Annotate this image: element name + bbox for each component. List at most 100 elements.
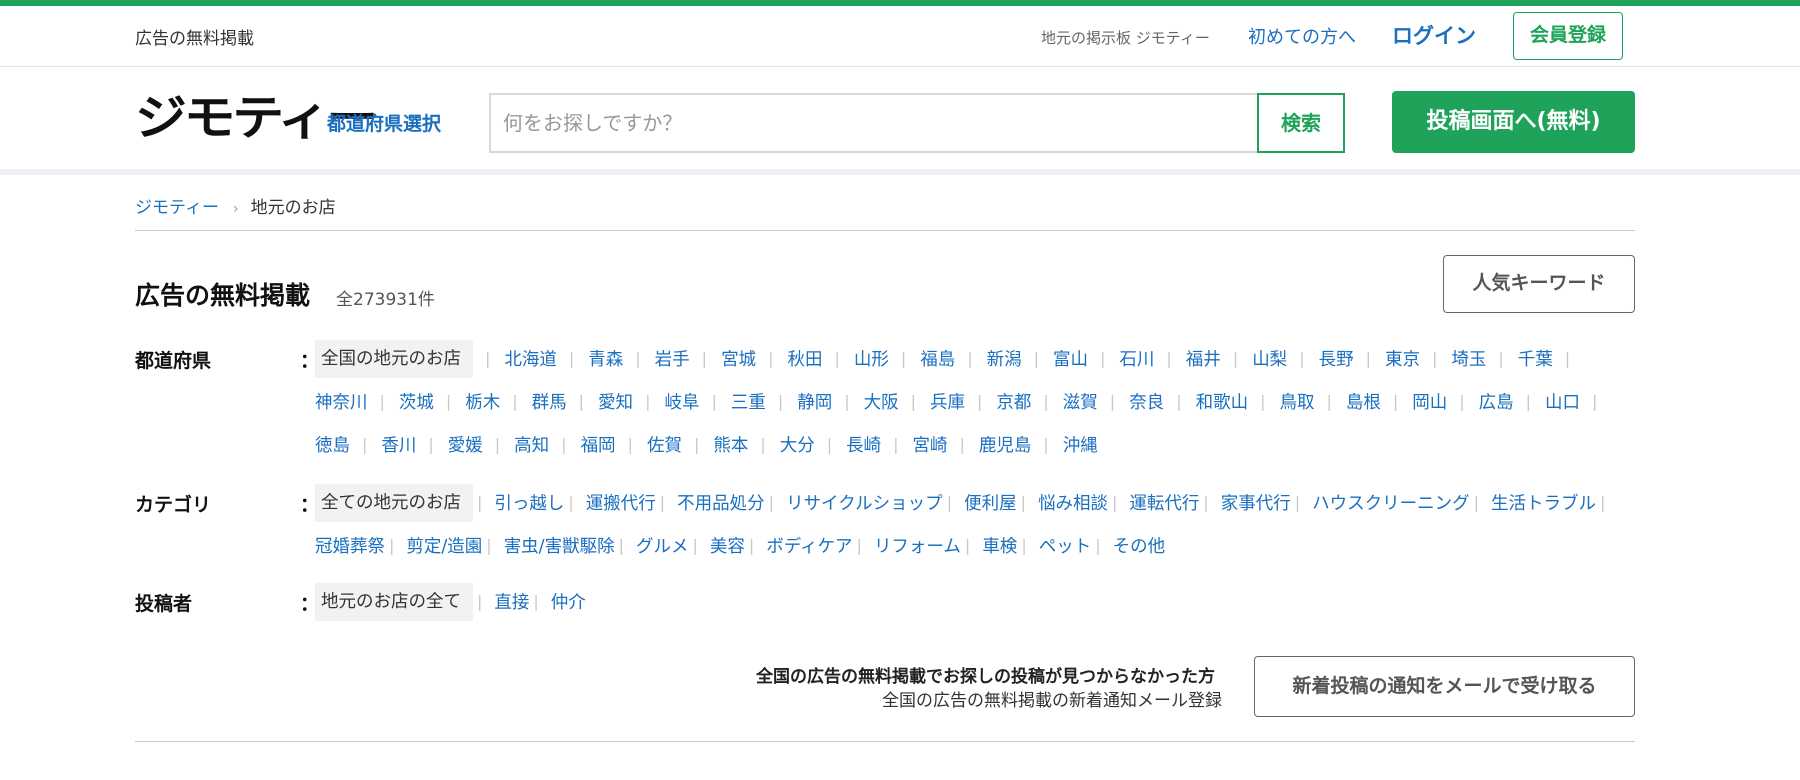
filter-link[interactable]: 大阪: [864, 389, 899, 414]
register-button[interactable]: 会員登録: [1513, 12, 1623, 60]
separator: |: [959, 435, 965, 454]
filter-item: 佐賀 |: [647, 423, 713, 466]
filter-link[interactable]: 秋田: [787, 346, 822, 371]
breadcrumb-home[interactable]: ジモティー: [135, 198, 219, 218]
filter-item: 岡山 |: [1412, 380, 1478, 423]
filter-link[interactable]: 東京: [1385, 346, 1420, 371]
filter-link[interactable]: 美容: [710, 533, 745, 558]
separator: |: [1100, 349, 1106, 368]
filter-link[interactable]: 車検: [982, 533, 1017, 558]
free-ad-link[interactable]: 広告の無料掲載: [135, 24, 254, 49]
filter-link[interactable]: 生活トラブル: [1491, 490, 1596, 515]
separator: |: [1326, 392, 1332, 411]
filter-selected-label: 全ての地元のお店: [315, 483, 473, 522]
post-button[interactable]: 投稿画面へ(無料): [1392, 91, 1635, 153]
filter-link[interactable]: 運転代行: [1129, 490, 1199, 515]
search-input[interactable]: 何をお探しですか？: [489, 93, 1259, 153]
filter-link[interactable]: 愛知: [598, 389, 633, 414]
filter-link[interactable]: 神奈川: [315, 389, 368, 414]
filter-link[interactable]: 新潟: [987, 346, 1022, 371]
separator: |: [692, 536, 698, 555]
first-time-link[interactable]: 初めての方へ: [1248, 23, 1356, 49]
filter-link[interactable]: 京都: [996, 389, 1031, 414]
filter-link[interactable]: 茨城: [399, 389, 434, 414]
filter-link[interactable]: 大分: [780, 432, 815, 457]
filter-link[interactable]: 福井: [1186, 346, 1221, 371]
filter-link[interactable]: リフォーム: [874, 533, 961, 558]
filter-link[interactable]: 青森: [588, 346, 623, 371]
filter-link[interactable]: 高知: [514, 432, 549, 457]
filter-link[interactable]: 群馬: [532, 389, 567, 414]
filter-link[interactable]: 福岡: [581, 432, 616, 457]
filter-link[interactable]: 埼玉: [1451, 346, 1486, 371]
filter-link[interactable]: 岐阜: [664, 389, 699, 414]
filter-item: 茨城 |: [399, 380, 465, 423]
filter-item-selected: 全国の地元のお店 |: [315, 337, 504, 380]
filter-selected-label: 地元のお店の全て: [315, 582, 473, 621]
filter-item: 福島 |: [920, 337, 986, 380]
filter-link[interactable]: 富山: [1053, 346, 1088, 371]
filter-item: 家事代行 |: [1221, 481, 1312, 524]
filter-item: 鳥取 |: [1279, 380, 1345, 423]
filter-link[interactable]: 長崎: [846, 432, 881, 457]
filter-link[interactable]: 家事代行: [1221, 490, 1291, 515]
filter-link[interactable]: 長野: [1319, 346, 1354, 371]
filter-link[interactable]: 鹿児島: [979, 432, 1032, 457]
filter-link[interactable]: 奈良: [1129, 389, 1164, 414]
filter-link[interactable]: 引っ越し: [494, 490, 564, 515]
filter-link[interactable]: 福島: [920, 346, 955, 371]
filter-link[interactable]: 剪定/造園: [406, 533, 482, 558]
filter-link[interactable]: 栃木: [465, 389, 500, 414]
filter-link[interactable]: 宮崎: [913, 432, 948, 457]
filter-link[interactable]: 徳島: [315, 432, 350, 457]
filter-item: 宮崎 |: [913, 423, 979, 466]
filter-item: 愛知 |: [598, 380, 664, 423]
filter-link[interactable]: 島根: [1346, 389, 1381, 414]
filter-link[interactable]: 熊本: [713, 432, 748, 457]
filter-link[interactable]: 広島: [1479, 389, 1514, 414]
filter-link[interactable]: 山形: [854, 346, 889, 371]
filter-link[interactable]: ハウスクリーニング: [1312, 490, 1470, 515]
filter-link[interactable]: 便利屋: [964, 490, 1017, 515]
filter-link[interactable]: 直接: [494, 589, 529, 614]
search-button[interactable]: 検索: [1257, 93, 1345, 153]
email-notify-button[interactable]: 新着投稿の通知をメールで受け取る: [1254, 656, 1635, 717]
filter-link[interactable]: 三重: [731, 389, 766, 414]
prefecture-select-link[interactable]: 都道府県選択: [327, 109, 441, 136]
filter-link[interactable]: 滋賀: [1063, 389, 1098, 414]
filter-link[interactable]: 仲介: [551, 589, 586, 614]
filter-link[interactable]: 宮城: [721, 346, 756, 371]
filter-item: 岐阜 |: [664, 380, 730, 423]
filter-link[interactable]: 害虫/害獣駆除: [504, 533, 615, 558]
filter-link[interactable]: 静岡: [797, 389, 832, 414]
filter-link[interactable]: グルメ: [636, 533, 689, 558]
filter-link[interactable]: 岡山: [1412, 389, 1447, 414]
notice-heading: 全国の広告の無料掲載でお探しの投稿が見つからなかった方: [756, 667, 1215, 687]
login-link[interactable]: ログイン: [1392, 20, 1476, 50]
filter-link[interactable]: 山口: [1545, 389, 1580, 414]
filter-link[interactable]: ペット: [1039, 533, 1092, 558]
filter-link[interactable]: 和歌山: [1196, 389, 1249, 414]
filter-link[interactable]: リサイクルショップ: [786, 490, 943, 515]
popular-keywords-button[interactable]: 人気キーワード: [1443, 255, 1635, 313]
filter-link[interactable]: 運搬代行: [586, 490, 656, 515]
filter-link[interactable]: 鳥取: [1279, 389, 1314, 414]
filter-link[interactable]: 不用品処分: [677, 490, 765, 515]
prefecture-list: 全国の地元のお店 | 北海道 | 青森 | 岩手 | 宮城 | 秋田 | 山形 | 福島 | 新潟 | 富山 | 石川 |…: [315, 337, 1635, 466]
filter-link[interactable]: 佐賀: [647, 432, 682, 457]
filter-link[interactable]: 北海道: [504, 346, 557, 371]
filter-link[interactable]: その他: [1113, 533, 1166, 558]
filter-link[interactable]: 冠婚葬祭: [315, 533, 385, 558]
filter-link[interactable]: 悩み相談: [1038, 490, 1108, 515]
filter-link[interactable]: 山梨: [1252, 346, 1287, 371]
filter-item: 長崎 |: [846, 423, 912, 466]
filter-link[interactable]: 千葉: [1518, 346, 1553, 371]
filter-link[interactable]: 石川: [1119, 346, 1154, 371]
filter-link[interactable]: ボディケア: [766, 533, 852, 558]
separator: |: [1473, 493, 1480, 512]
filter-link[interactable]: 香川: [381, 432, 416, 457]
filter-link[interactable]: 岩手: [655, 346, 690, 371]
filter-link[interactable]: 沖縄: [1063, 432, 1098, 457]
filter-link[interactable]: 兵庫: [930, 389, 965, 414]
filter-link[interactable]: 愛媛: [448, 432, 483, 457]
